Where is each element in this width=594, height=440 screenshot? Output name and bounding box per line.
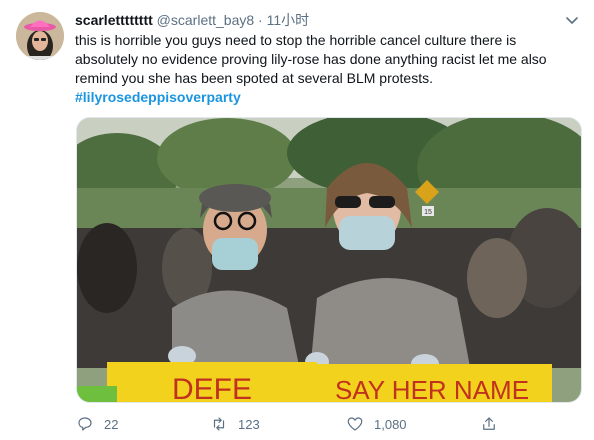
share-icon xyxy=(483,417,495,430)
tweet-header: scarletttttttt @scarlett_bay8 · 11小时 xyxy=(75,11,309,29)
tweet-card[interactable]: scarletttttttt @scarlett_bay8 · 11小时 thi… xyxy=(0,0,594,440)
hashtag-link[interactable]: #lilyrosedeppisoverparty xyxy=(75,88,580,107)
separator-dot: · xyxy=(258,12,263,28)
share-button[interactable] xyxy=(480,412,498,436)
like-button[interactable]: 1,080 xyxy=(346,412,407,436)
display-name[interactable]: scarletttttttt xyxy=(75,12,153,28)
avatar[interactable] xyxy=(16,12,64,60)
reply-count: 22 xyxy=(104,416,119,432)
timestamp[interactable]: 11小时 xyxy=(267,12,310,28)
reply-button[interactable]: 22 xyxy=(76,412,118,436)
sign-left-text: DEFE xyxy=(172,373,252,403)
tweet-photo[interactable]: 15 DEFE SAY HER NAME xyxy=(76,117,582,403)
chevron-down-icon[interactable] xyxy=(564,12,580,28)
like-count: 1,080 xyxy=(374,416,407,432)
heart-icon xyxy=(347,417,363,431)
sign-right-text: SAY HER NAME xyxy=(335,375,529,403)
tweet-body: this is horrible you guys need to stop t… xyxy=(75,32,547,86)
reply-icon xyxy=(78,417,92,431)
tweet-text: this is horrible you guys need to stop t… xyxy=(75,31,580,107)
retweet-icon xyxy=(213,417,225,431)
avatar-image xyxy=(16,12,64,60)
retweet-button[interactable]: 123 xyxy=(210,412,260,436)
retweet-count: 123 xyxy=(238,416,260,432)
user-handle[interactable]: @scarlett_bay8 xyxy=(157,12,254,28)
street-sign-label: 15 xyxy=(424,209,432,216)
action-bar: 22 123 1,080 xyxy=(76,412,594,436)
protest-photo: 15 DEFE SAY HER NAME xyxy=(77,118,581,403)
